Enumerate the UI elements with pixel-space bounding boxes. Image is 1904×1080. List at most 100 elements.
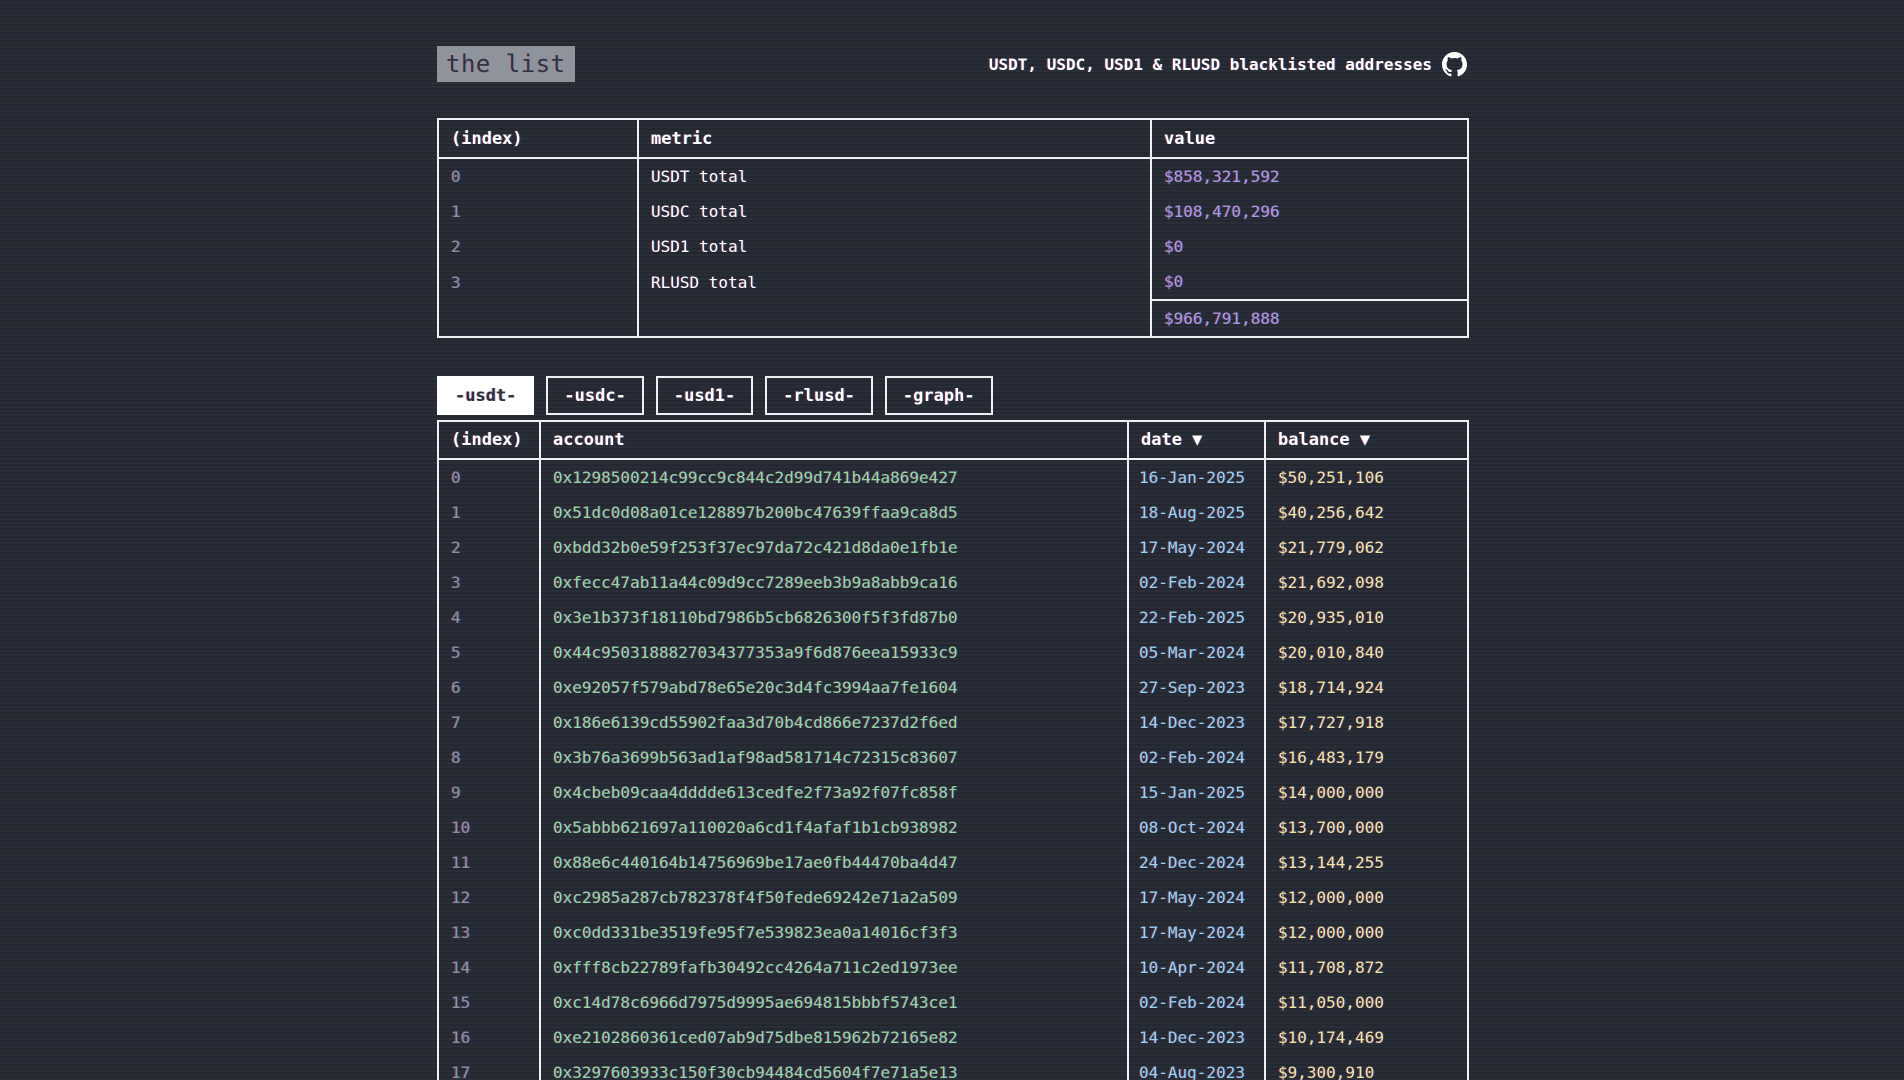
summary-total-row: $966,791,888 (438, 300, 1468, 337)
address-cell-account: 0x3b76a3699b563ad1af98ad581714c72315c836… (540, 740, 1128, 775)
address-cell-account: 0xc14d78c6966d7975d9995ae694815bbbf5743c… (540, 985, 1128, 1020)
address-col-balance-sort[interactable]: balance ▼ (1265, 421, 1468, 459)
summary-cell-metric: USD1 total (638, 229, 1151, 264)
tab-rlusd[interactable]: -rlusd- (765, 376, 873, 415)
address-cell-date: 04-Aug-2023 (1128, 1055, 1265, 1080)
address-cell-balance: $12,000,000 (1265, 915, 1468, 950)
address-cell-account: 0x1298500214c99cc9c844c2d99d741b44a869e4… (540, 459, 1128, 495)
address-cell-index: 9 (438, 775, 540, 810)
address-cell-balance: $18,714,924 (1265, 670, 1468, 705)
summary-footer-empty (638, 300, 1151, 337)
summary-cell-index: 2 (438, 229, 638, 264)
address-cell-date: 05-Mar-2024 (1128, 635, 1265, 670)
address-cell-date: 10-Apr-2024 (1128, 950, 1265, 985)
address-header-row: (index) account date ▼ balance ▼ (438, 421, 1468, 459)
address-row: 160xe2102860361ced07ab9d75dbe815962b7216… (438, 1020, 1468, 1055)
summary-cell-metric: USDT total (638, 158, 1151, 194)
address-cell-balance: $14,000,000 (1265, 775, 1468, 810)
address-col-date-sort[interactable]: date ▼ (1128, 421, 1265, 459)
github-link[interactable] (1442, 52, 1467, 77)
summary-cell-value: $858,321,592 (1151, 158, 1468, 194)
page-subtitle: USDT, USDC, USD1 & RLUSD blacklisted add… (989, 55, 1432, 74)
address-row: 30xfecc47ab11a44c09d9cc7289eeb3b9a8abb9c… (438, 565, 1468, 600)
summary-header-row: (index) metric value (438, 119, 1468, 158)
address-cell-account: 0xc2985a287cb782378f4f50fede69242e71a2a5… (540, 880, 1128, 915)
address-cell-balance: $13,144,255 (1265, 845, 1468, 880)
address-cell-balance: $17,727,918 (1265, 705, 1468, 740)
address-cell-balance: $12,000,000 (1265, 880, 1468, 915)
address-cell-index: 4 (438, 600, 540, 635)
address-cell-account: 0xe92057f579abd78e65e20c3d4fc3994aa7fe16… (540, 670, 1128, 705)
address-row: 120xc2985a287cb782378f4f50fede69242e71a2… (438, 880, 1468, 915)
summary-cell-metric: USDC total (638, 194, 1151, 229)
summary-cell-value: $108,470,296 (1151, 194, 1468, 229)
address-cell-account: 0x5abbb621697a110020a6cd1f4afaf1b1cb9389… (540, 810, 1128, 845)
address-cell-date: 17-May-2024 (1128, 880, 1265, 915)
address-row: 100x5abbb621697a110020a6cd1f4afaf1b1cb93… (438, 810, 1468, 845)
address-cell-balance: $11,050,000 (1265, 985, 1468, 1020)
address-cell-account: 0x51dc0d08a01ce128897b200bc47639ffaa9ca8… (540, 495, 1128, 530)
summary-table: (index) metric value 0USDT total$858,321… (437, 118, 1469, 338)
address-cell-balance: $11,708,872 (1265, 950, 1468, 985)
address-cell-index: 2 (438, 530, 540, 565)
address-cell-balance: $40,256,642 (1265, 495, 1468, 530)
address-cell-account: 0x3e1b373f18110bd7986b5cb6826300f5f3fd87… (540, 600, 1128, 635)
address-cell-index: 10 (438, 810, 540, 845)
address-cell-index: 8 (438, 740, 540, 775)
summary-col-index: (index) (438, 119, 638, 158)
address-cell-balance: $10,174,469 (1265, 1020, 1468, 1055)
address-cell-date: 18-Aug-2025 (1128, 495, 1265, 530)
address-row: 90x4cbeb09caa4dddde613cedfe2f73a92f07fc8… (438, 775, 1468, 810)
address-cell-date: 14-Dec-2023 (1128, 1020, 1265, 1055)
summary-cell-value: $0 (1151, 264, 1468, 300)
page-title: the list (437, 46, 575, 82)
address-cell-index: 5 (438, 635, 540, 670)
address-row: 60xe92057f579abd78e65e20c3d4fc3994aa7fe1… (438, 670, 1468, 705)
page-subtitle-wrap: USDT, USDC, USD1 & RLUSD blacklisted add… (989, 52, 1467, 77)
address-table: (index) account date ▼ balance ▼ 00x1298… (437, 420, 1469, 1080)
address-cell-index: 16 (438, 1020, 540, 1055)
address-cell-balance: $16,483,179 (1265, 740, 1468, 775)
summary-col-metric: metric (638, 119, 1151, 158)
address-cell-balance: $9,300,910 (1265, 1055, 1468, 1080)
tab-usd1[interactable]: -usd1- (656, 376, 753, 415)
address-cell-account: 0xfff8cb22789fafb30492cc4264a711c2ed1973… (540, 950, 1128, 985)
address-col-account: account (540, 421, 1128, 459)
summary-row: 1USDC total$108,470,296 (438, 194, 1468, 229)
tab-usdt[interactable]: -usdt- (437, 376, 534, 415)
address-cell-date: 27-Sep-2023 (1128, 670, 1265, 705)
address-cell-account: 0xbdd32b0e59f253f37ec97da72c421d8da0e1fb… (540, 530, 1128, 565)
address-cell-date: 24-Dec-2024 (1128, 845, 1265, 880)
summary-row: 3RLUSD total$0 (438, 264, 1468, 300)
address-cell-index: 0 (438, 459, 540, 495)
address-cell-account: 0x88e6c440164b14756969be17ae0fb44470ba4d… (540, 845, 1128, 880)
address-row: 70x186e6139cd55902faa3d70b4cd866e7237d2f… (438, 705, 1468, 740)
address-cell-date: 16-Jan-2025 (1128, 459, 1265, 495)
page: the list USDT, USDC, USD1 & RLUSD blackl… (437, 0, 1467, 1080)
address-col-index: (index) (438, 421, 540, 459)
tab-graph[interactable]: -graph- (885, 376, 993, 415)
address-cell-date: 02-Feb-2024 (1128, 985, 1265, 1020)
address-cell-date: 02-Feb-2024 (1128, 565, 1265, 600)
tab-usdc[interactable]: -usdc- (546, 376, 643, 415)
summary-cell-metric: RLUSD total (638, 264, 1151, 300)
address-cell-account: 0xe2102860361ced07ab9d75dbe815962b72165e… (540, 1020, 1128, 1055)
address-cell-date: 17-May-2024 (1128, 915, 1265, 950)
address-cell-index: 6 (438, 670, 540, 705)
address-cell-index: 14 (438, 950, 540, 985)
address-row: 110x88e6c440164b14756969be17ae0fb44470ba… (438, 845, 1468, 880)
address-cell-index: 12 (438, 880, 540, 915)
address-cell-index: 11 (438, 845, 540, 880)
address-row: 20xbdd32b0e59f253f37ec97da72c421d8da0e1f… (438, 530, 1468, 565)
address-cell-account: 0xfecc47ab11a44c09d9cc7289eeb3b9a8abb9ca… (540, 565, 1128, 600)
address-cell-date: 15-Jan-2025 (1128, 775, 1265, 810)
address-row: 170x3297603933c150f30cb94484cd5604f7e71a… (438, 1055, 1468, 1080)
address-row: 00x1298500214c99cc9c844c2d99d741b44a869e… (438, 459, 1468, 495)
address-cell-balance: $20,935,010 (1265, 600, 1468, 635)
address-cell-date: 17-May-2024 (1128, 530, 1265, 565)
address-cell-index: 7 (438, 705, 540, 740)
summary-cell-index: 1 (438, 194, 638, 229)
topbar: the list USDT, USDC, USD1 & RLUSD blackl… (437, 46, 1467, 82)
summary-row: 2USD1 total$0 (438, 229, 1468, 264)
address-row: 80x3b76a3699b563ad1af98ad581714c72315c83… (438, 740, 1468, 775)
